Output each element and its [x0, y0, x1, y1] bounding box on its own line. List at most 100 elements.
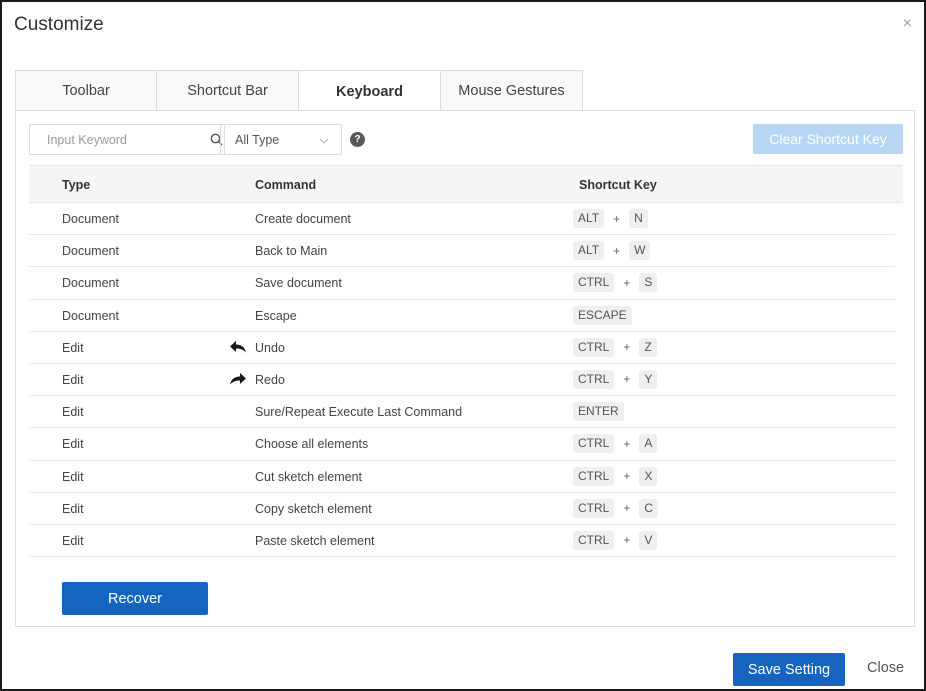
- row-command: Create document: [255, 212, 351, 226]
- row-type: Document: [62, 244, 119, 259]
- key-plus: +: [623, 372, 631, 387]
- key-cap: CTRL: [573, 434, 615, 454]
- table-body: Document Create document ALT + N Document Back…: [29, 203, 895, 558]
- row-command: Back to Main: [255, 244, 328, 259]
- table-row[interactable]: Edit Undo CTRL + Z: [29, 332, 895, 364]
- key-plus: +: [623, 469, 631, 483]
- shortcut-table: Type Command Shortcut Key Document Create…: [29, 165, 903, 558]
- shortcut-keys[interactable]: CTRL + C: [573, 498, 659, 518]
- tab-toolbar[interactable]: Toolbar: [15, 70, 157, 111]
- key-cap: CTRL: [573, 466, 615, 486]
- key-cap: W: [629, 241, 651, 261]
- table-row[interactable]: Edit Paste sketch element CTRL + V: [29, 525, 895, 558]
- row-type: Edit: [62, 501, 84, 516]
- key-plus: +: [623, 340, 631, 355]
- table-row[interactable]: Edit Copy sketch element CTRL + C: [29, 493, 895, 525]
- shortcut-keys[interactable]: CTRL + V: [573, 530, 658, 550]
- key-cap: CTRL: [573, 273, 615, 293]
- tab-shortcut-bar[interactable]: Shortcut Bar: [157, 70, 299, 111]
- key-cap: X: [639, 466, 658, 486]
- shortcut-keys[interactable]: CTRL + X: [573, 466, 658, 486]
- table-row[interactable]: Edit Cut sketch element CTRL + X: [29, 461, 895, 493]
- column-header-type: Type: [62, 178, 91, 192]
- shortcut-keys[interactable]: CTRL + A: [573, 434, 658, 454]
- help-icon[interactable]: ?: [350, 132, 365, 147]
- row-type: Edit: [62, 340, 84, 355]
- clear-shortcut-key-button[interactable]: Clear Shortcut Key: [753, 124, 903, 154]
- keyboard-panel: All Type ? Clear Shortcut Key Type Comma…: [15, 110, 915, 627]
- key-cap: Y: [639, 369, 658, 389]
- shortcut-keys[interactable]: ENTER: [573, 402, 624, 422]
- row-type: Document: [62, 308, 119, 323]
- type-select[interactable]: All Type: [220, 124, 342, 155]
- chevron-down-icon: [319, 133, 329, 147]
- row-command: Escape: [255, 308, 297, 323]
- table-row[interactable]: Edit Redo CTRL + Y: [29, 364, 895, 397]
- redo-arrow-icon: [229, 372, 247, 386]
- table-row[interactable]: Edit Choose all elements CTRL + A: [29, 428, 895, 461]
- key-cap: S: [639, 273, 658, 293]
- row-type: Edit: [62, 469, 84, 484]
- tab-keyboard[interactable]: Keyboard: [299, 70, 441, 112]
- row-type: Edit: [62, 437, 84, 452]
- row-type: Edit: [62, 533, 84, 548]
- key-cap: ALT: [573, 241, 605, 261]
- row-command: Cut sketch element: [255, 469, 362, 484]
- customize-dialog: Customize × Toolbar Shortcut Bar Keyboar…: [0, 0, 926, 691]
- shortcut-keys[interactable]: ALT + W: [573, 241, 651, 261]
- row-command: Sure/Repeat Execute Last Command: [255, 405, 463, 420]
- shortcut-keys[interactable]: CTRL + S: [573, 273, 658, 293]
- key-cap: ALT: [573, 209, 605, 228]
- row-type: Edit: [62, 372, 84, 387]
- row-command: Redo: [255, 372, 285, 387]
- key-cap: A: [639, 434, 658, 454]
- key-cap: CTRL: [573, 337, 615, 357]
- table-row[interactable]: Document Escape ESCAPE: [29, 300, 895, 332]
- row-command: Copy sketch element: [255, 501, 372, 516]
- type-select-value: All Type: [235, 132, 280, 147]
- column-header-command: Command: [255, 178, 317, 192]
- shortcut-keys[interactable]: ALT + N: [573, 209, 648, 228]
- recover-button[interactable]: Recover: [62, 582, 208, 615]
- column-header-shortcut: Shortcut Key: [579, 178, 657, 192]
- key-cap: CTRL: [573, 530, 615, 550]
- key-cap: ESCAPE: [573, 305, 632, 325]
- key-cap: V: [639, 530, 658, 550]
- key-plus: +: [613, 243, 621, 258]
- dialog-title: Customize: [14, 14, 104, 35]
- table-row[interactable]: Document Save document CTRL + S: [29, 267, 895, 300]
- row-command: Undo: [255, 340, 285, 355]
- tab-bar: Toolbar Shortcut Bar Keyboard Mouse Gest…: [15, 70, 583, 112]
- row-type: Document: [62, 276, 119, 291]
- key-cap: C: [639, 498, 659, 518]
- table-row[interactable]: Document Create document ALT + N: [29, 203, 895, 236]
- search-input[interactable]: [30, 125, 208, 154]
- search-box: [29, 124, 225, 155]
- key-cap: CTRL: [573, 369, 615, 389]
- table-row[interactable]: Edit Sure/Repeat Execute Last Command ENTE…: [29, 396, 895, 429]
- table-row[interactable]: Document Back to Main ALT + W: [29, 235, 895, 268]
- tab-mouse-gestures[interactable]: Mouse Gestures: [441, 70, 583, 111]
- key-cap: N: [629, 209, 648, 228]
- shortcut-keys[interactable]: CTRL + Y: [573, 369, 658, 389]
- row-type: Edit: [62, 405, 84, 420]
- key-cap: Z: [639, 337, 657, 357]
- save-setting-button[interactable]: Save Setting: [733, 653, 845, 686]
- table-header: Type Command Shortcut Key: [29, 165, 903, 203]
- key-plus: +: [623, 436, 631, 451]
- shortcut-keys[interactable]: ESCAPE: [573, 305, 632, 325]
- key-plus: +: [623, 501, 631, 516]
- undo-arrow-icon: [229, 340, 247, 354]
- key-plus: +: [623, 533, 631, 548]
- row-type: Document: [62, 212, 119, 226]
- key-plus: +: [623, 275, 631, 290]
- key-cap: CTRL: [573, 498, 615, 518]
- close-button[interactable]: Close: [867, 660, 904, 676]
- key-plus: +: [613, 211, 621, 226]
- row-command: Paste sketch element: [255, 533, 375, 548]
- row-command: Save document: [255, 276, 342, 291]
- row-command: Choose all elements: [255, 437, 369, 452]
- shortcut-keys[interactable]: CTRL + Z: [573, 337, 657, 357]
- close-icon[interactable]: ×: [903, 16, 912, 32]
- key-cap: ENTER: [573, 402, 624, 422]
